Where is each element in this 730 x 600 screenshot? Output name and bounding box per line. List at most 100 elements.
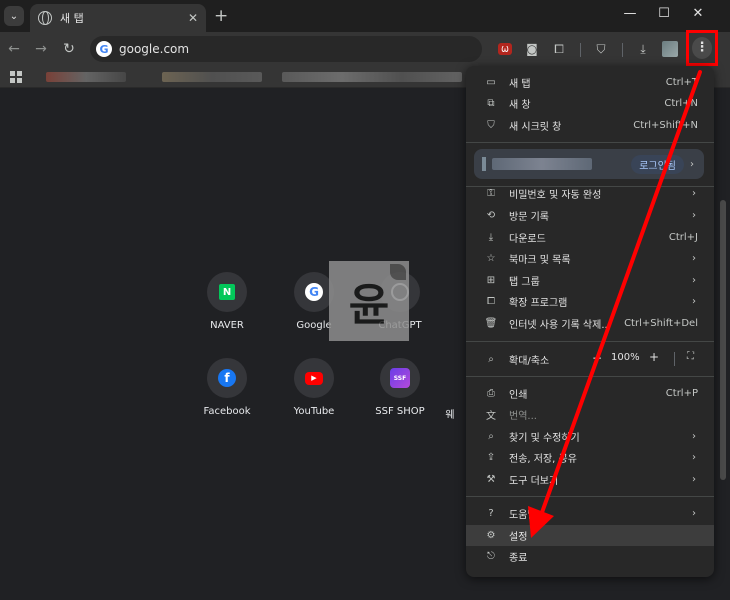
share-icon: ⇪ [486, 452, 496, 463]
zoom-level: 100% [611, 352, 640, 363]
zoom-label: 확대/축소 [509, 355, 550, 367]
zoom-icon: ⌕ [488, 353, 494, 365]
apps-grid-icon[interactable] [10, 71, 22, 83]
tab-strip: ⌄ 새 탭 ✕ + — ☐ ✕ [0, 0, 730, 32]
menu-find-edit[interactable]: ⌕ 찾기 및 수정하기 › [466, 426, 714, 447]
naver-icon: N [219, 284, 235, 300]
menu-new-incognito[interactable]: ⛉ 새 시크릿 창 Ctrl+Shift+N [466, 115, 714, 136]
menu-downloads[interactable]: ⤓ 다운로드 Ctrl+J [466, 227, 714, 248]
tab-new-tab[interactable]: 새 탭 ✕ [30, 4, 206, 32]
back-button[interactable]: ← [5, 40, 23, 58]
translate-icon: ⽂ [486, 411, 496, 422]
chevron-right-icon: › [692, 188, 696, 199]
reload-button[interactable]: ↻ [60, 40, 78, 58]
shortcut-naver[interactable]: N NAVER [182, 272, 272, 331]
toolbar-separator [580, 43, 581, 57]
globe-icon [38, 11, 52, 25]
forward-button[interactable]: → [32, 40, 50, 58]
chevron-right-icon: › [692, 508, 696, 519]
tab-title: 새 탭 [60, 12, 84, 25]
menu-bookmarks[interactable]: ☆ 북마크 및 목록 › [466, 248, 714, 269]
shortcut-label: Facebook [203, 406, 251, 417]
zoom-in-button[interactable]: + [649, 350, 659, 364]
tools-icon: ⚒ [486, 474, 496, 485]
signed-in-badge: 로그인됨 [631, 154, 684, 174]
tab-close-icon[interactable]: ✕ [188, 11, 198, 25]
menu-clear-browsing-data[interactable]: 🗑 인터넷 사용 기록 삭제... Ctrl+Shift+Del [466, 313, 714, 334]
more-menu-button[interactable]: ⋮ [692, 37, 712, 59]
find-icon: ⌕ [488, 431, 494, 442]
facebook-icon: f [218, 369, 236, 387]
close-window-button[interactable]: ✕ [688, 6, 708, 21]
gear-icon: ⚙ [486, 530, 496, 541]
exit-icon: ⎋ [487, 551, 495, 562]
menu-help[interactable]: ? 도움말 › [466, 503, 714, 524]
address-bar[interactable]: G google.com [90, 36, 482, 62]
avatar [482, 157, 486, 171]
google-icon: G [305, 283, 323, 301]
menu-profile[interactable]: 로그인됨 › [474, 149, 704, 179]
extension-red-icon[interactable]: Ѡ [498, 43, 512, 55]
key-icon: ⚿ [487, 188, 495, 199]
bookmark-item[interactable] [162, 72, 262, 82]
shortcut-label: NAVER [210, 320, 244, 331]
menu-highlight-box: ⋮ [686, 30, 718, 66]
incognito-icon: ⛉ [487, 120, 495, 131]
menu-print[interactable]: ⎙ 인쇄 Ctrl+P [466, 383, 714, 404]
chevron-right-icon: › [692, 275, 696, 286]
menu-more-tools[interactable]: ⚒ 도구 더보기 › [466, 469, 714, 490]
star-icon: ☆ [486, 253, 496, 264]
chevron-right-icon: › [692, 431, 696, 442]
scrollbar[interactable] [720, 200, 726, 480]
trash-icon: 🗑 [484, 318, 498, 329]
maximize-button[interactable]: ☐ [654, 6, 674, 21]
chevron-right-icon: › [690, 158, 694, 170]
menu-passwords[interactable]: ⚿ 비밀번호 및 자동 완성 › [466, 183, 714, 204]
menu-extensions[interactable]: ⧠ 확장 프로그램 › [466, 291, 714, 312]
toolbar: ← → ↻ G google.com Ѡ ◙ ⧠ ⛉ ⤓ [0, 32, 730, 66]
chevron-right-icon: › [692, 452, 696, 463]
chevron-right-icon: › [692, 474, 696, 485]
chevron-right-icon: › [692, 296, 696, 307]
shortcut-youtube[interactable]: ▶ YouTube [269, 358, 359, 417]
minimize-button[interactable]: — [620, 6, 640, 21]
zoom-out-button[interactable]: − [592, 351, 602, 365]
download-icon: ⤓ [488, 232, 494, 243]
chevron-right-icon: › [692, 253, 696, 264]
incognito-icon[interactable]: ⛉ [592, 40, 610, 58]
watermark-logo: 윤 [329, 261, 409, 341]
address-text: google.com [119, 42, 190, 56]
menu-translate[interactable]: ⽂ 번역... [466, 404, 714, 425]
google-logo-icon: G [96, 41, 112, 57]
menu-tab-groups[interactable]: ⊞ 탭 그룹 › [466, 270, 714, 291]
ssf-shop-icon: SSF [390, 368, 410, 388]
download-icon[interactable]: ⤓ [634, 40, 652, 58]
tab-groups-icon: ⊞ [486, 275, 496, 286]
menu-settings[interactable]: ⚙ 설정 [466, 525, 714, 546]
toolbar-separator [622, 43, 623, 57]
bookmark-item[interactable] [46, 72, 126, 82]
print-icon: ⎙ [487, 388, 495, 399]
youtube-icon: ▶ [305, 371, 323, 385]
profile-avatar[interactable] [662, 41, 678, 57]
menu-new-window[interactable]: ⧉ 새 창 Ctrl+N [466, 93, 714, 114]
fullscreen-icon[interactable]: ⛶ [687, 351, 694, 362]
menu-zoom: ⌕ 확대/축소 − 100% + ⛶ [466, 348, 714, 370]
new-tab-button[interactable]: + [214, 6, 228, 26]
help-icon: ? [488, 508, 494, 519]
chrome-main-menu: ▭ 새 탭 Ctrl+T ⧉ 새 창 Ctrl+N ⛉ 새 시크릿 창 Ctrl… [466, 66, 714, 577]
menu-exit[interactable]: ⎋ 종료 [466, 546, 714, 567]
shortcut-facebook[interactable]: f Facebook [182, 358, 272, 417]
puzzle-icon: ⧠ [487, 296, 495, 307]
chevron-right-icon: › [692, 210, 696, 221]
bookmark-item[interactable] [282, 72, 462, 82]
tab-search-button[interactable]: ⌄ [4, 6, 24, 26]
profile-name [492, 158, 592, 170]
menu-cast-save-share[interactable]: ⇪ 전송, 저장, 공유 › [466, 447, 714, 468]
new-window-icon: ⧉ [487, 98, 495, 109]
camera-extension-icon[interactable]: ◙ [523, 40, 541, 58]
menu-history[interactable]: ⟲ 방문 기록 › [466, 205, 714, 226]
menu-new-tab[interactable]: ▭ 새 탭 Ctrl+T [466, 72, 714, 93]
shortcut-label: YouTube [293, 406, 335, 417]
puzzle-extensions-icon[interactable]: ⧠ [550, 40, 568, 58]
